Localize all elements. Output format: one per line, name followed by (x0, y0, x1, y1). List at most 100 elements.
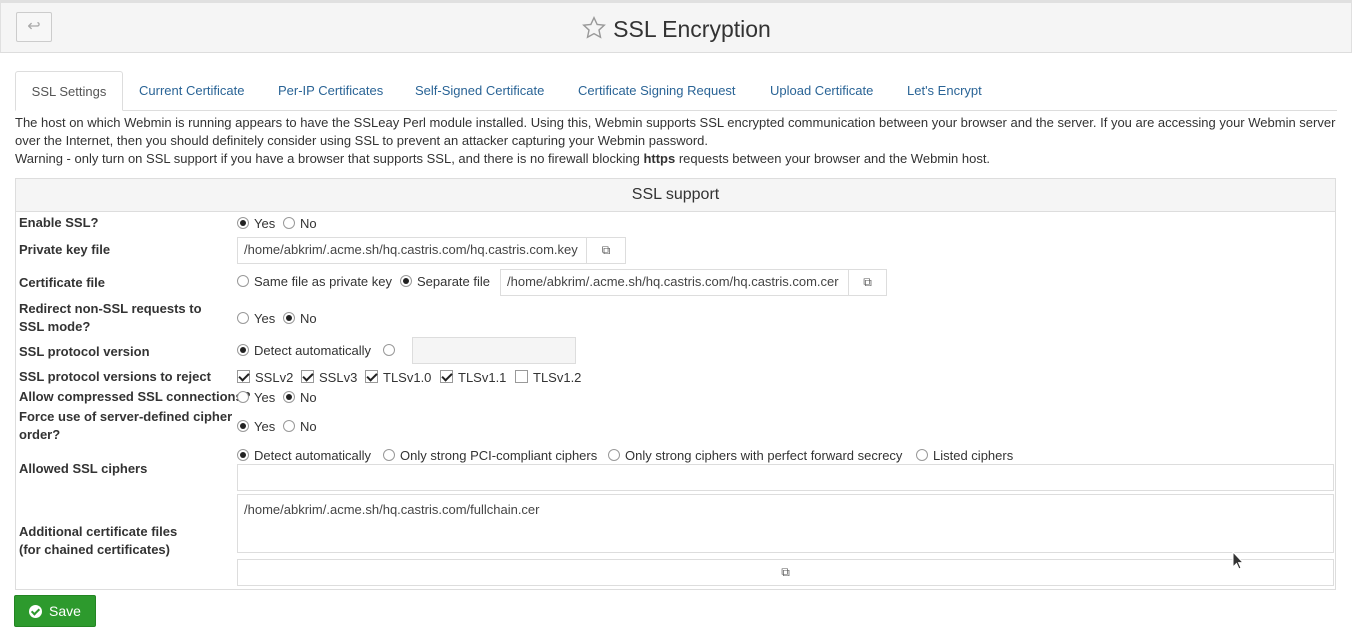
radio-icon[interactable] (608, 449, 620, 461)
extra-certs-label: Additional certificate files (for chained… (19, 523, 177, 559)
radio-icon[interactable] (283, 217, 295, 229)
file-chooser-icon: ⧉ (601, 243, 611, 257)
protocol-version-input[interactable] (412, 337, 576, 364)
warning-text: Warning - only turn on SSL support if yo… (15, 151, 644, 166)
ssl-support-panel: SSL support Enable SSL? Yes No Private k… (15, 178, 1336, 590)
option-label: No (300, 216, 317, 231)
option-label: SSLv2 (255, 370, 294, 385)
cipher-order-label: Force use of server-defined cipher order… (19, 409, 233, 442)
option-label: Yes (254, 311, 276, 326)
option-label: Detect automatically (254, 343, 372, 358)
option-label: No (300, 419, 317, 434)
reject-versions-label: SSL protocol versions to reject (19, 369, 211, 384)
enable-ssl-label: Enable SSL? (19, 215, 99, 230)
radio-icon[interactable] (400, 275, 412, 287)
radio-icon[interactable] (237, 275, 249, 287)
ciphers-list-input[interactable] (237, 464, 1334, 491)
radio-icon[interactable] (237, 217, 249, 229)
extra-certs-label-line1: Additional certificate files (19, 524, 178, 539)
panel-title: SSL support (16, 179, 1335, 212)
certificate-chooser-button[interactable]: ⧉ (848, 269, 887, 296)
intro-paragraph: The host on which Webmin is running appe… (15, 115, 1336, 148)
reject-sslv3[interactable]: SSLv3 (301, 370, 357, 386)
private-key-chooser-button[interactable]: ⧉ (586, 237, 626, 264)
option-label: Only strong PCI-compliant ciphers (400, 448, 598, 463)
redirect-yes[interactable]: Yes (237, 311, 275, 327)
reject-tlsv11[interactable]: TLSv1.1 (440, 370, 506, 386)
star-icon[interactable] (581, 15, 607, 44)
radio-icon[interactable] (383, 344, 395, 356)
save-button[interactable]: Save (14, 595, 96, 627)
private-key-input[interactable]: /home/abkrim/.acme.sh/hq.castris.com/hq.… (237, 237, 587, 264)
file-chooser-icon: ⧉ (863, 275, 872, 289)
radio-icon[interactable] (237, 391, 249, 403)
reject-tlsv10[interactable]: TLSv1.0 (365, 370, 431, 386)
protocol-manual-option[interactable] (383, 343, 400, 359)
radio-icon[interactable] (237, 420, 249, 432)
checkbox-icon[interactable] (440, 370, 453, 383)
page-title: SSL Encryption (613, 16, 771, 42)
warning-bold: https (643, 151, 676, 166)
protocol-auto-option[interactable]: Detect automatically (237, 343, 371, 359)
compressed-no[interactable]: No (283, 390, 317, 406)
tab-self-signed-certificate[interactable]: Self-Signed Certificate (415, 71, 544, 111)
option-label: TLSv1.0 (383, 370, 432, 385)
ciphers-listed-option[interactable]: Listed ciphers (916, 448, 1013, 464)
ciphers-auto-option[interactable]: Detect automatically (237, 448, 371, 464)
tab-upload-certificate[interactable]: Upload Certificate (770, 71, 873, 111)
option-label: Separate file (417, 274, 490, 289)
tab-current-certificate[interactable]: Current Certificate (139, 71, 244, 111)
tab-per-ip-certificates[interactable]: Per-IP Certificates (278, 71, 383, 111)
option-label: Yes (254, 216, 276, 231)
reject-sslv2[interactable]: SSLv2 (237, 370, 293, 386)
radio-icon[interactable] (283, 420, 295, 432)
radio-icon[interactable] (283, 391, 295, 403)
cert-same-file-option[interactable]: Same file as private key (237, 274, 392, 290)
check-circle-icon (29, 605, 42, 618)
tab-certificate-signing-request[interactable]: Certificate Signing Request (578, 71, 736, 111)
tab-bar: SSL Settings Current Certificate Per-IP … (15, 71, 1337, 111)
checkbox-icon[interactable] (515, 370, 528, 383)
radio-icon[interactable] (237, 344, 249, 356)
private-key-label: Private key file (19, 242, 111, 257)
compressed-yes[interactable]: Yes (237, 390, 275, 406)
option-label: No (300, 311, 317, 326)
enable-ssl-yes[interactable]: Yes (237, 216, 275, 232)
extra-certs-chooser-button[interactable]: ⧉ (237, 559, 1334, 586)
radio-icon[interactable] (283, 312, 295, 324)
checkbox-icon[interactable] (365, 370, 378, 383)
checkbox-icon[interactable] (301, 370, 314, 383)
radio-icon[interactable] (383, 449, 395, 461)
ciphers-pci-option[interactable]: Only strong PCI-compliant ciphers (383, 448, 597, 464)
intro-text: The host on which Webmin is running appe… (15, 114, 1340, 168)
enable-ssl-no[interactable]: No (283, 216, 317, 232)
checkbox-icon[interactable] (237, 370, 250, 383)
radio-icon[interactable] (916, 449, 928, 461)
cipher-order-yes[interactable]: Yes (237, 419, 275, 435)
warning-text-end: requests between your browser and the We… (675, 151, 991, 166)
allowed-ciphers-label: Allowed SSL ciphers (19, 461, 148, 476)
protocol-version-label: SSL protocol version (19, 344, 150, 359)
cipher-order-no[interactable]: No (283, 419, 317, 435)
tab-lets-encrypt[interactable]: Let's Encrypt (907, 71, 982, 111)
extra-certs-label-line2: (for chained certificates) (19, 542, 170, 557)
radio-icon[interactable] (237, 449, 249, 461)
file-chooser-icon: ⧉ (781, 565, 790, 579)
option-label: Yes (254, 419, 276, 434)
ciphers-pfs-option[interactable]: Only strong ciphers with perfect forward… (608, 448, 902, 464)
radio-icon[interactable] (237, 312, 249, 324)
redirect-no[interactable]: No (283, 311, 317, 327)
option-label: TLSv1.2 (533, 370, 582, 385)
top-bar: ↩ SSL Encryption (0, 0, 1352, 53)
reject-tlsv12[interactable]: TLSv1.2 (515, 370, 581, 386)
tab-ssl-settings[interactable]: SSL Settings (15, 71, 123, 111)
cert-separate-file-option[interactable]: Separate file (400, 274, 490, 290)
redirect-label: Redirect non-SSL requests to SSL mode? (19, 301, 202, 334)
certificate-file-input[interactable]: /home/abkrim/.acme.sh/hq.castris.com/hq.… (500, 269, 850, 296)
extra-certs-textarea[interactable]: /home/abkrim/.acme.sh/hq.castris.com/ful… (237, 494, 1334, 553)
option-label: Only strong ciphers with perfect forward… (625, 448, 903, 463)
warning-paragraph: Warning - only turn on SSL support if yo… (15, 150, 1340, 168)
option-label: Same file as private key (254, 274, 393, 289)
certificate-file-label: Certificate file (19, 275, 105, 290)
save-label: Save (49, 603, 81, 619)
